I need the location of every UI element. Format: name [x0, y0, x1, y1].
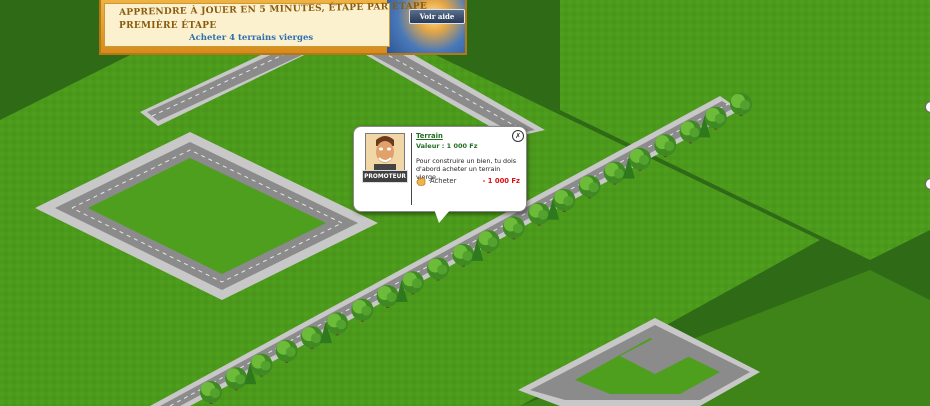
help-button[interactable]: Voir aide [409, 9, 465, 24]
hand-icon [416, 177, 426, 186]
terrain-title-link[interactable]: Terrain [416, 132, 443, 140]
tutorial-objective: Acheter 4 terrains vierges [189, 33, 314, 43]
tutorial-banner: APPRENDRE À JOUER EN 5 MINUTES, ÉTAPE PA… [99, 0, 467, 55]
tutorial-step: PREMIÈRE ÉTAPE [119, 21, 217, 31]
terrain-value: Valeur : 1 000 Fz [416, 142, 478, 150]
popup-pointer [434, 209, 451, 223]
buy-price: - 1 000 Fz [482, 177, 520, 185]
scroll-right-middle-handle[interactable] [925, 178, 930, 190]
buy-label: Acheter [430, 177, 457, 185]
terrain-popup: PROMOTEUR Terrain Valeur : 1 000 Fz Pour… [353, 126, 527, 223]
promoteur-avatar [365, 133, 405, 171]
popup-divider [411, 133, 412, 205]
buy-button[interactable]: Acheter - 1 000 Fz [416, 176, 520, 188]
scroll-right-top-handle[interactable] [925, 101, 930, 113]
role-tag: PROMOTEUR [362, 170, 408, 183]
close-icon[interactable]: ✗ [512, 130, 524, 142]
